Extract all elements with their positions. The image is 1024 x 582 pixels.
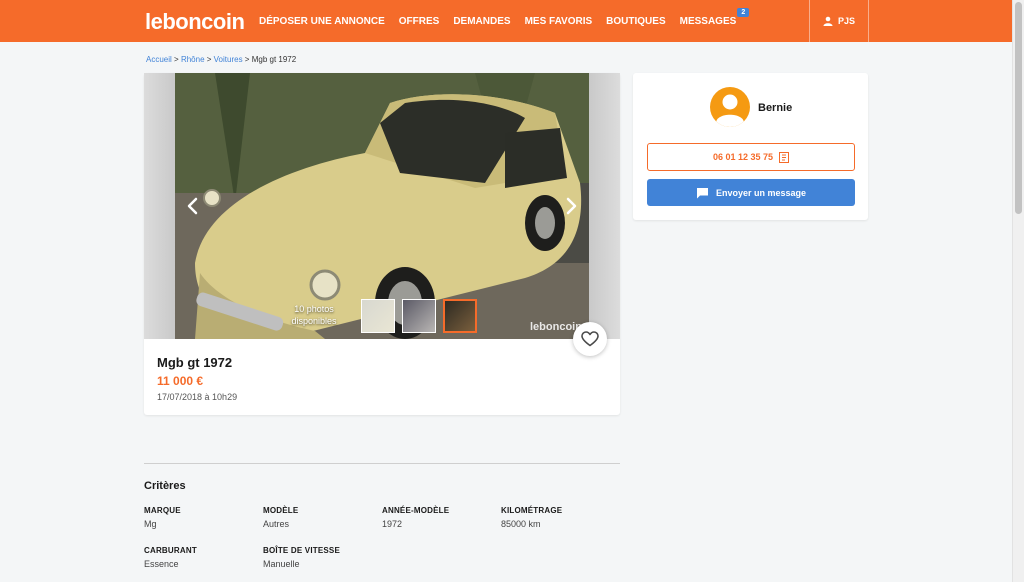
- phone-number: 06 01 12 35 75: [712, 152, 774, 162]
- nav-offres[interactable]: OFFRES: [399, 16, 440, 27]
- criterion-label: Boîte de vitesse: [263, 546, 340, 555]
- page-scrollbar[interactable]: [1012, 0, 1024, 582]
- criterion-label: Marque: [144, 506, 181, 515]
- chat-icon: [696, 187, 708, 198]
- criteria-title: Critères: [144, 480, 186, 492]
- breadcrumb: Accueil > Rhône > Voitures > Mgb gt 1972: [146, 55, 296, 64]
- criterion-value: Mg: [144, 519, 157, 529]
- ad-price: 11 000 €: [157, 374, 204, 388]
- ad-title: Mgb gt 1972: [157, 355, 233, 370]
- user-icon: [823, 16, 833, 26]
- breadcrumb-separator: >: [244, 55, 250, 64]
- thumbnail-2[interactable]: [402, 299, 436, 333]
- criterion-value: 1972: [382, 519, 403, 529]
- breadcrumb-rhone[interactable]: Rhône: [181, 55, 205, 64]
- user-account-button[interactable]: PJS: [810, 0, 868, 42]
- nav-mes-favoris[interactable]: MES FAVORIS: [525, 16, 593, 27]
- header-separator: [868, 0, 869, 42]
- criterion-value: 85000 km: [501, 519, 541, 529]
- criterion-marque: Marque Mg: [144, 506, 181, 529]
- photo-count-label[interactable]: 10 photos disponibles: [287, 303, 341, 327]
- favorite-button[interactable]: [573, 322, 607, 356]
- nav-deposer-annonce[interactable]: DÉPOSER UNE ANNONCE: [259, 16, 385, 27]
- section-divider: [144, 463, 620, 464]
- chevron-left-icon: [187, 197, 198, 215]
- scrollbar-thumb[interactable]: [1015, 2, 1022, 214]
- criterion-value: Autres: [263, 519, 290, 529]
- criterion-value: Essence: [144, 559, 179, 569]
- chevron-right-icon: [566, 197, 577, 215]
- avatar[interactable]: [710, 87, 750, 127]
- seller-name[interactable]: Bernie: [758, 102, 792, 114]
- ad-card: 10 photos disponibles leboncoin Mgb gt 1…: [144, 73, 620, 415]
- previous-photo-arrow[interactable]: [183, 195, 203, 217]
- criterion-label: Carburant: [144, 546, 197, 555]
- criterion-value: Manuelle: [263, 559, 300, 569]
- criterion-annee-modele: Année-modèle 1972: [382, 506, 449, 529]
- messages-count-badge: 2: [737, 7, 750, 17]
- criterion-label: Kilométrage: [501, 506, 563, 515]
- breadcrumb-separator: >: [174, 55, 179, 64]
- breadcrumb-voitures[interactable]: Voitures: [214, 55, 243, 64]
- breadcrumb-separator: >: [206, 55, 212, 64]
- ad-date: 17/07/2018 à 10h29: [157, 392, 238, 402]
- breadcrumb-accueil[interactable]: Accueil: [146, 55, 172, 64]
- next-photo-arrow[interactable]: [561, 195, 581, 217]
- heart-icon: [581, 331, 599, 347]
- criterion-label: Modèle: [263, 506, 299, 515]
- send-message-label: Envoyer un message: [715, 187, 807, 198]
- phone-icon: [779, 151, 790, 163]
- criterion-carburant: Carburant Essence: [144, 546, 197, 569]
- send-message-button[interactable]: Envoyer un message: [647, 179, 855, 206]
- photo-gallery: 10 photos disponibles leboncoin: [144, 73, 620, 339]
- thumbnail-1[interactable]: [361, 299, 395, 333]
- nav-messages[interactable]: MESSAGES 2: [679, 7, 750, 27]
- gallery-right-panel: [589, 73, 620, 339]
- breadcrumb-current: Mgb gt 1972: [251, 55, 297, 64]
- criterion-label: Année-modèle: [382, 506, 450, 515]
- avatar-icon: [716, 94, 744, 127]
- user-label: PJS: [837, 16, 855, 26]
- criterion-kilometrage: Kilométrage 85000 km: [501, 506, 562, 529]
- seller-card: Bernie 06 01 12 35 75 Envoyer un message: [633, 73, 868, 220]
- gallery-left-panel: [144, 73, 175, 339]
- leboncoin-logo[interactable]: leboncoin: [145, 9, 245, 35]
- criterion-boite-de-vitesse: Boîte de vitesse Manuelle: [263, 546, 340, 569]
- main-nav: DÉPOSER UNE ANNONCE OFFRES DEMANDES MES …: [259, 0, 750, 42]
- criterion-modele: Modèle Autres: [263, 506, 298, 529]
- phone-number-button[interactable]: 06 01 12 35 75: [647, 143, 855, 171]
- nav-boutiques[interactable]: BOUTIQUES: [606, 16, 665, 27]
- nav-messages-label: MESSAGES: [679, 15, 737, 27]
- top-header: leboncoin DÉPOSER UNE ANNONCE OFFRES DEM…: [0, 0, 1012, 42]
- nav-demandes[interactable]: DEMANDES: [453, 16, 510, 27]
- thumbnail-3[interactable]: [443, 299, 477, 333]
